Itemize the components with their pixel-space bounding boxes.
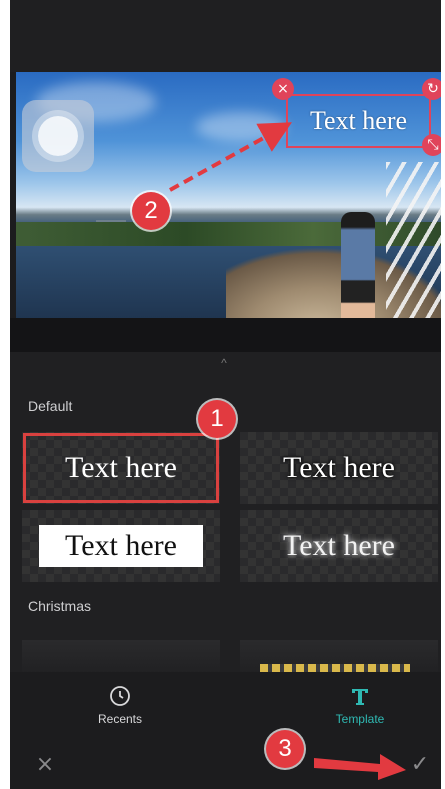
cancel-button[interactable]: × — [30, 750, 60, 780]
delete-text-icon[interactable]: × — [272, 78, 294, 100]
rotate-text-icon[interactable]: ↻ — [422, 78, 441, 100]
text-overlay-box[interactable]: Text here — [286, 94, 431, 148]
resize-text-icon[interactable]: ⤡ — [422, 134, 441, 156]
assistive-touch-dot — [38, 116, 78, 156]
railing — [386, 162, 441, 318]
tab-label: Recents — [97, 712, 143, 726]
recents-icon — [110, 686, 130, 706]
person-figure — [341, 212, 375, 318]
step-3-badge: 3 — [266, 730, 304, 768]
annotation-arrow-2 — [169, 122, 292, 192]
text-overlay-content: Text here — [309, 106, 408, 135]
tab-template[interactable]: Template — [280, 672, 440, 742]
template-tile-default-4[interactable]: Text here — [240, 510, 438, 582]
section-title-christmas: Christmas — [28, 598, 92, 614]
section-title-default: Default — [28, 398, 73, 414]
template-tile-default-2[interactable]: Text here — [240, 432, 438, 504]
text-template-icon — [352, 689, 368, 705]
step-2-badge: 2 — [132, 192, 170, 230]
template-tile-default-1[interactable]: Text here — [22, 432, 220, 504]
top-bar — [10, 0, 441, 72]
tab-recents[interactable]: Recents — [40, 672, 200, 742]
annotation-arrow-3 — [314, 754, 406, 780]
template-preview-text: Text here — [282, 529, 395, 562]
template-tile-default-3[interactable]: Text here — [22, 510, 220, 582]
template-preview-text: Text here — [38, 525, 203, 567]
tab-bar: Recents Template — [10, 672, 441, 742]
app-screen: Text here × ↻ ⤡ 2 ^ Default Text here Te… — [10, 0, 441, 789]
template-preview-text: Text here — [64, 451, 177, 484]
tree-line — [16, 222, 441, 246]
template-preview-text: Text here — [282, 451, 395, 484]
preview-separator — [10, 318, 441, 352]
step-1-badge: 1 — [198, 400, 236, 438]
tab-label: Template — [335, 712, 385, 726]
collapse-panel-icon[interactable]: ^ — [215, 356, 233, 370]
assistive-touch-button[interactable] — [22, 100, 94, 172]
